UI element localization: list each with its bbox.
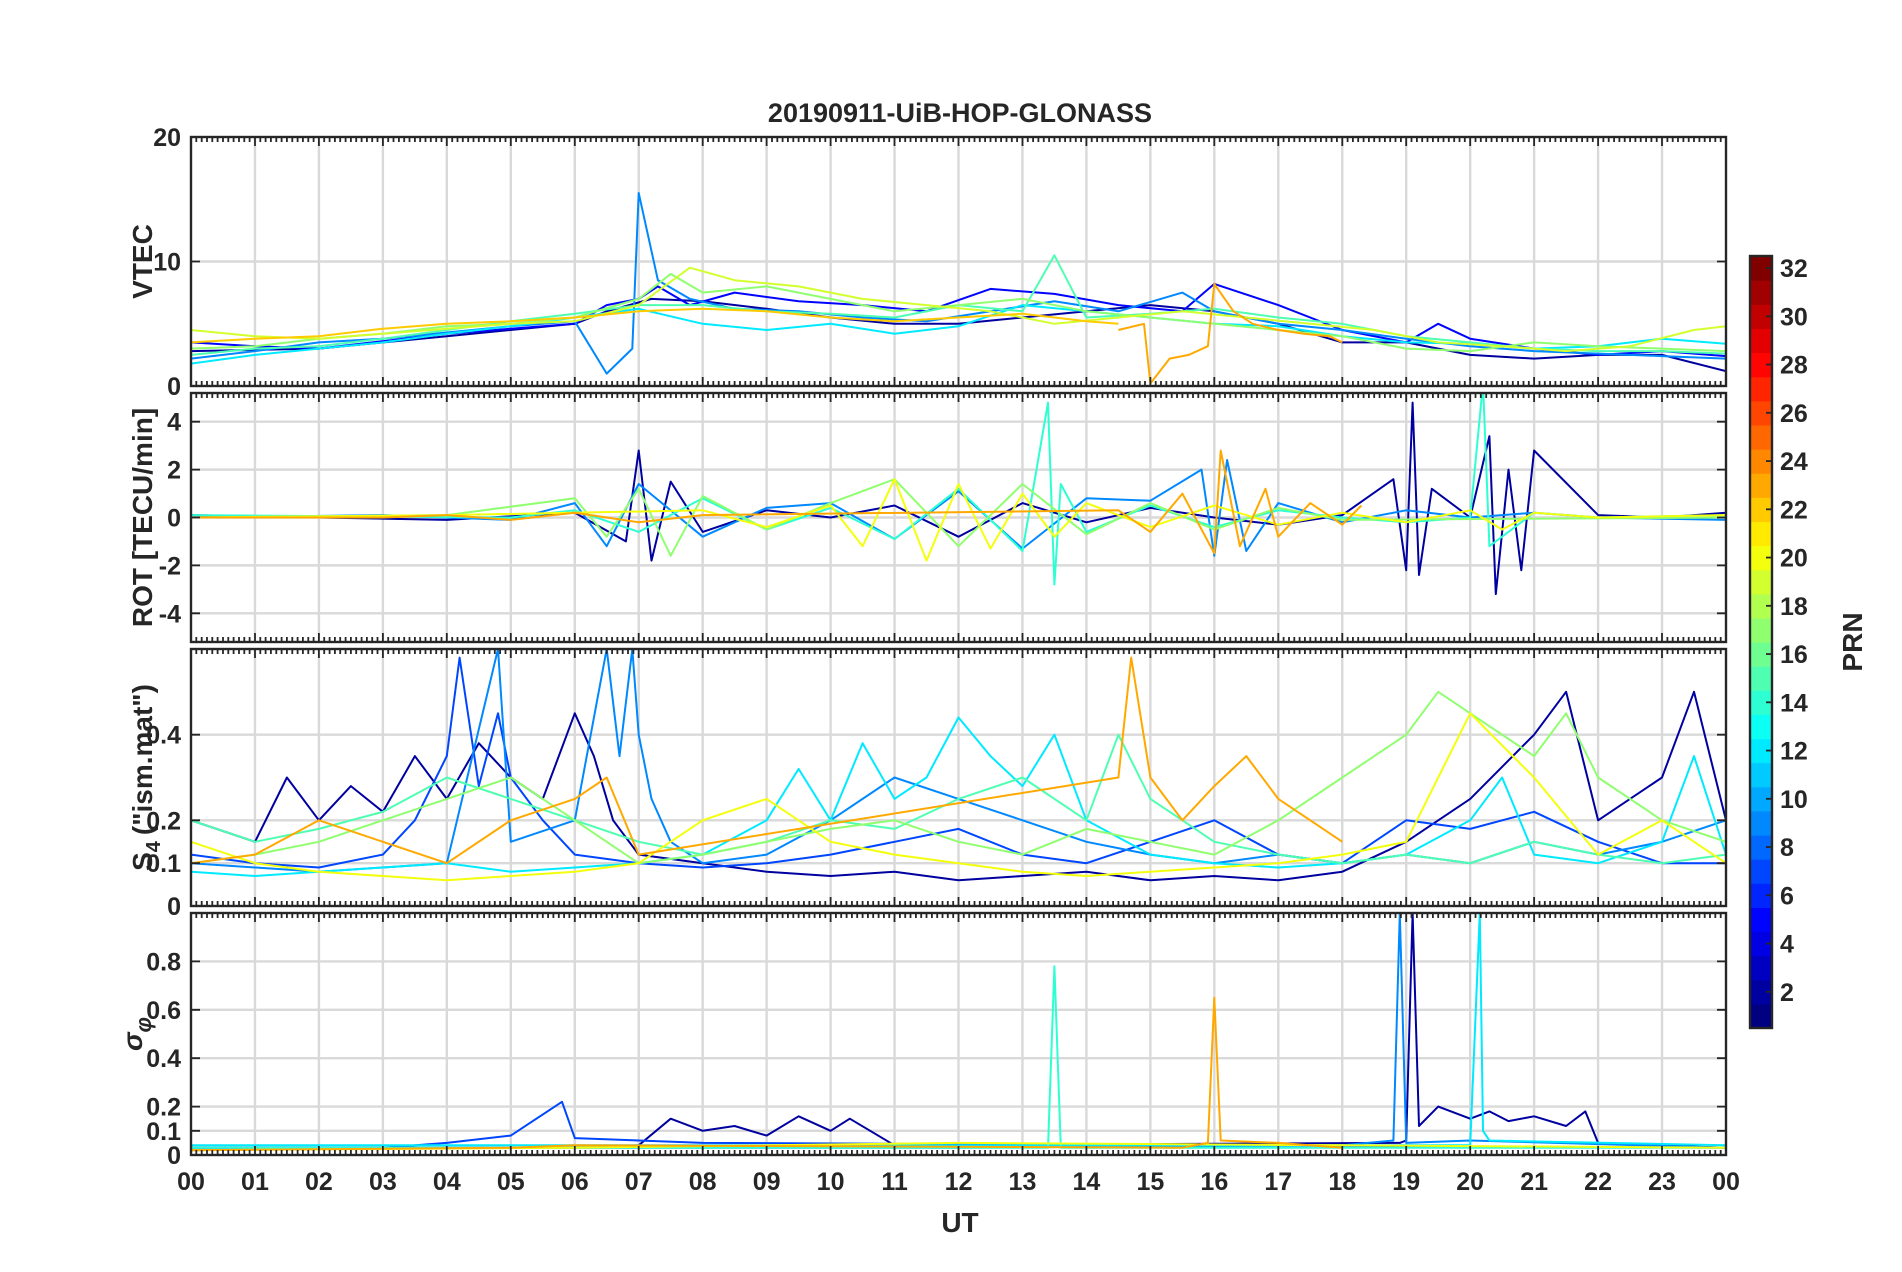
colorbar-tick-label: 26 xyxy=(1780,400,1808,428)
x-tick-label: 02 xyxy=(305,1168,333,1196)
x-tick-label: 15 xyxy=(1136,1168,1164,1196)
colorbar-segment xyxy=(1750,280,1772,305)
x-tick-label: 13 xyxy=(1009,1168,1037,1196)
x-tick-label: 01 xyxy=(241,1168,269,1196)
colorbar-tick-label: 2 xyxy=(1780,979,1794,1007)
colorbar-tick-label: 14 xyxy=(1780,689,1808,717)
y-tick-label: -2 xyxy=(159,552,181,580)
y-tick-label: 0.4 xyxy=(146,1045,181,1073)
chart-figure: 20190911-UiB-HOP-GLONASS 01020VTEC-4-202… xyxy=(0,0,1902,1272)
y-tick-label: 4 xyxy=(167,409,181,437)
x-axis-label: UT xyxy=(941,1207,978,1238)
x-tick-label: 03 xyxy=(369,1168,397,1196)
label-part: φ xyxy=(131,1017,156,1032)
colorbar-tick-label: 12 xyxy=(1780,738,1808,766)
y-tick-label: 0 xyxy=(167,505,181,533)
y-tick-label: 0 xyxy=(167,1142,181,1170)
x-tick-label: 11 xyxy=(881,1168,908,1196)
colorbar-tick-label: 18 xyxy=(1780,593,1808,621)
y-tick-label: 0.1 xyxy=(146,1118,181,1146)
colorbar-segment xyxy=(1750,569,1772,595)
y-tick-label: 0 xyxy=(167,373,181,401)
colorbar-tick-label: 20 xyxy=(1780,545,1808,573)
colorbar-tick-label: 4 xyxy=(1780,931,1794,959)
y-tick-label: 0 xyxy=(167,893,181,921)
colorbar-segment xyxy=(1750,714,1772,740)
colorbar-segment xyxy=(1750,424,1772,450)
x-tick-label: 23 xyxy=(1648,1168,1676,1196)
x-tick-label: 12 xyxy=(945,1168,973,1196)
label-part: ("ism.mat") xyxy=(127,684,158,835)
x-tick-label: 00 xyxy=(1712,1168,1740,1196)
x-tick-label: 04 xyxy=(433,1168,461,1196)
x-tick-label: 20 xyxy=(1456,1168,1484,1196)
colorbar-segment xyxy=(1750,907,1772,933)
colorbar-label: PRN xyxy=(1837,612,1868,671)
y-tick-label: 20 xyxy=(153,124,181,152)
x-tick-label: 06 xyxy=(561,1168,589,1196)
colorbar-segment xyxy=(1750,376,1772,402)
y-tick-label: 0.2 xyxy=(146,1094,181,1122)
x-tick-label: 07 xyxy=(625,1168,653,1196)
x-tick-label: 17 xyxy=(1264,1168,1292,1196)
y-axis-label: ROT [TECU/min] xyxy=(127,408,158,627)
colorbar-tick-label: 24 xyxy=(1780,448,1808,476)
x-tick-label: 14 xyxy=(1073,1168,1101,1196)
colorbar-tick-label: 32 xyxy=(1780,255,1808,283)
colorbar-segment xyxy=(1750,955,1772,981)
colorbar-tick-label: 16 xyxy=(1780,641,1808,669)
colorbar-tick-label: 10 xyxy=(1780,786,1808,814)
x-tick-label: 10 xyxy=(817,1168,845,1196)
x-tick-label: 22 xyxy=(1584,1168,1612,1196)
x-tick-label: 21 xyxy=(1520,1168,1548,1196)
colorbar-segment xyxy=(1750,473,1772,498)
colorbar-tick-label: 8 xyxy=(1780,834,1794,862)
colorbar-tick-label: 30 xyxy=(1780,303,1808,331)
figure-background xyxy=(0,0,1902,1272)
colorbar-segment xyxy=(1750,617,1772,643)
y-tick-label: 2 xyxy=(167,457,181,485)
colorbar-segment xyxy=(1750,521,1772,547)
colorbar-segment xyxy=(1750,762,1772,788)
y-tick-label: 0.8 xyxy=(146,948,181,976)
y-tick-label: -4 xyxy=(159,600,181,628)
x-tick-label: 05 xyxy=(497,1168,525,1196)
colorbar-tick-label: 6 xyxy=(1780,882,1794,910)
x-tick-label: 09 xyxy=(753,1168,781,1196)
colorbar-segment xyxy=(1750,859,1772,884)
chart-title: 20190911-UiB-HOP-GLONASS xyxy=(768,98,1152,128)
colorbar-tick-label: 22 xyxy=(1780,496,1808,524)
label-part: 4 xyxy=(143,840,165,852)
x-tick-label: 08 xyxy=(689,1168,717,1196)
label-part: S xyxy=(127,852,158,871)
colorbar-segment xyxy=(1750,810,1772,836)
x-tick-label: 16 xyxy=(1200,1168,1228,1196)
colorbar-segment xyxy=(1750,666,1772,691)
colorbar-segment xyxy=(1750,328,1772,354)
x-tick-label: 19 xyxy=(1392,1168,1420,1196)
label-part: σ xyxy=(117,1031,148,1051)
colorbar-segment xyxy=(1750,1003,1772,1029)
x-tick-label: 18 xyxy=(1328,1168,1356,1196)
x-tick-label: 00 xyxy=(177,1168,205,1196)
colorbar-tick-label: 28 xyxy=(1780,352,1808,380)
y-axis-label: VTEC xyxy=(127,224,158,299)
